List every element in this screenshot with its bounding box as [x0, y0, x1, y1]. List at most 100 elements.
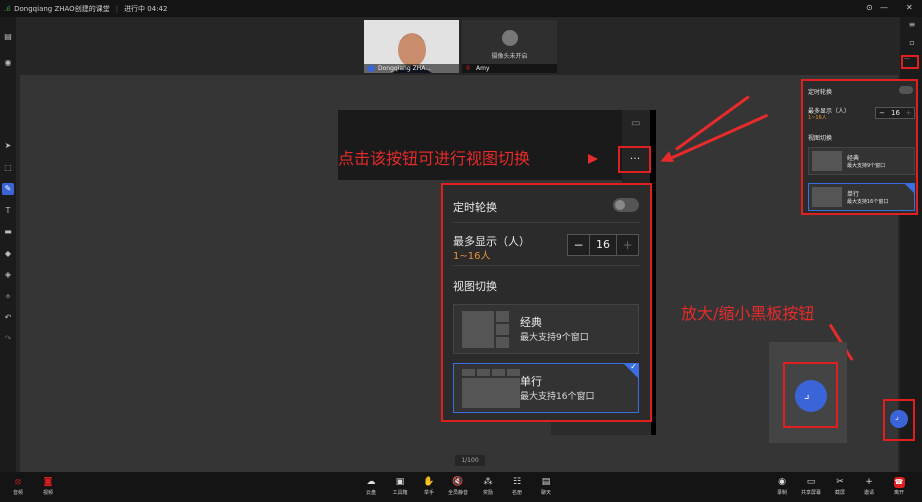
decrement-button[interactable]: − — [876, 108, 888, 118]
layout-preview — [812, 187, 842, 207]
view-switch-label: 视图切换 — [453, 280, 497, 293]
max-display-value[interactable]: 16 — [888, 108, 903, 118]
bottom-toolbar: ⦻ 音频 ◙ 视频 ☁ 云盘 ▣ 工具箱 ✋ 举手 🔇 全员静音 ⁂ 奖励 ☷ 名册 ▤ 聊天 ◉… — [0, 472, 922, 502]
video-tile-student[interactable]: 摄像头未开启 Amy ⦻ — [462, 20, 557, 73]
rotate-toggle[interactable] — [613, 198, 639, 212]
settings-icon[interactable]: ⊙ — [866, 3, 873, 12]
layout-preview — [477, 369, 490, 376]
max-display-stepper[interactable]: − 16 + — [875, 107, 915, 119]
shape-icon[interactable]: ▬ — [2, 226, 14, 238]
page-indicator: 1/100 — [455, 455, 485, 466]
button-label: 邀请 — [863, 490, 874, 496]
more-button[interactable]: ··· — [624, 150, 646, 168]
view-option-classic[interactable]: 经典 最大支持9个窗口 — [808, 147, 915, 175]
option-desc: 最大支持16个窗口 — [847, 199, 889, 205]
zoom-board-button-large[interactable]: ⌟ — [795, 380, 827, 412]
chat-icon: ▤ — [541, 477, 551, 487]
layout-preview — [462, 311, 494, 348]
layout-preview — [496, 337, 509, 348]
view-option-classic[interactable]: 经典 最大支持9个窗口 — [453, 304, 639, 354]
decrement-button[interactable]: − — [568, 235, 590, 255]
annotation-switch: 点击该按钮可进行视图切换 — [338, 149, 531, 168]
select-icon[interactable]: ➤ — [2, 140, 14, 152]
rotate-toggle[interactable] — [899, 86, 913, 94]
increment-button[interactable]: + — [903, 108, 914, 118]
resize-icon: ⌟ — [804, 387, 810, 401]
max-range: 1~16人 — [453, 251, 491, 262]
divider — [453, 265, 640, 266]
divider — [453, 222, 640, 223]
video-name: Dongqiang ZHA... — [364, 64, 459, 73]
more-button-small[interactable]: ··· — [904, 56, 910, 63]
signal-icon: .ıl — [4, 4, 11, 13]
option-desc: 最大支持9个窗口 — [847, 163, 886, 169]
camera-off-icon: ◙ — [43, 477, 53, 487]
mic-off-icon: ⦻ — [466, 64, 470, 71]
view-option-single-row[interactable]: 单行 最大支持16个窗口 — [808, 183, 915, 211]
layout-icon[interactable]: ≡ — [906, 19, 918, 31]
plus-icon: + — [865, 477, 873, 487]
whiteboard-toolbar: ▤ ◉ ➤ ⬚ ✎ T ▬ ◆ ◈ ✧ ↶ ↷ — [0, 17, 16, 472]
video-tile-teacher[interactable]: Dongqiang ZHA... — [364, 20, 459, 73]
mute-all-button[interactable]: 🔇 全员静音 — [441, 475, 475, 496]
close-icon[interactable]: ✕ — [906, 3, 913, 12]
button-label: 截屏 — [834, 490, 845, 496]
zoom-board-button[interactable]: ⌟ — [890, 410, 908, 428]
area-select-icon[interactable]: ⬚ — [2, 162, 14, 174]
option-title: 经典 — [520, 316, 542, 329]
max-range: 1~16人 — [808, 115, 827, 121]
increment-button[interactable]: + — [616, 235, 638, 255]
divider: | — [115, 4, 119, 13]
button-label: 全员静音 — [447, 490, 468, 496]
button-label: 工具箱 — [392, 490, 408, 496]
fill-icon[interactable]: ◈ — [2, 269, 14, 281]
annotation-zoom: 放大/缩小黑板按钮 — [681, 304, 815, 323]
annotation-arrow-head — [588, 154, 598, 164]
button-label: 聊天 — [540, 490, 551, 496]
button-label: 云盘 — [365, 490, 376, 496]
option-title: 经典 — [847, 155, 860, 162]
option-title: 单行 — [520, 375, 542, 388]
option-desc: 最大支持16个窗口 — [520, 392, 595, 402]
rotate-label: 定时轮换 — [453, 201, 497, 214]
screenshot-icon[interactable]: ◉ — [2, 57, 14, 69]
text-icon[interactable]: T — [2, 205, 14, 217]
undo-icon[interactable]: ↶ — [2, 312, 14, 324]
chat-bubble-icon[interactable]: ▭ — [631, 118, 640, 129]
option-title: 单行 — [847, 191, 860, 198]
leave-icon: ☎ — [893, 477, 905, 488]
button-label: 举手 — [423, 490, 434, 496]
mic-off-icon: ⦻ — [15, 477, 21, 487]
button-label: 录制 — [776, 490, 787, 496]
audio-button[interactable]: ⦻ 音频 — [1, 475, 35, 496]
leave-button[interactable]: ☎ 离开 — [882, 475, 916, 496]
view-option-single-row[interactable]: 单行 最大支持16个窗口 ✓ — [453, 362, 639, 413]
invite-button[interactable]: + 邀请 — [852, 475, 886, 496]
user-icon — [502, 30, 518, 46]
layout-preview — [462, 369, 475, 376]
window-title: Dongqiang ZHAO创建的课堂 — [14, 4, 110, 13]
user-icon — [367, 65, 375, 72]
layout-preview — [507, 369, 520, 376]
eraser-icon[interactable]: ◆ — [2, 248, 14, 260]
redo-icon[interactable]: ↷ — [2, 333, 14, 345]
chat-button[interactable]: ▤ 聊天 — [529, 475, 563, 496]
button-label: 奖励 — [482, 490, 493, 496]
view-switch-label: 视图切换 — [808, 135, 833, 142]
chat-icon[interactable]: ▤ — [2, 31, 14, 43]
pen-icon[interactable]: ✎ — [2, 183, 14, 195]
rotate-label: 定时轮换 — [808, 89, 833, 96]
selected-check — [905, 184, 914, 193]
max-display-stepper[interactable]: − 16 + — [567, 234, 639, 256]
button-label: 音频 — [12, 490, 23, 496]
max-display-value[interactable]: 16 — [590, 235, 616, 255]
window-icon[interactable]: ▫ — [906, 37, 918, 49]
layout-preview — [492, 369, 505, 376]
laser-icon[interactable]: ✧ — [2, 291, 14, 303]
layout-preview — [812, 151, 842, 171]
layout-preview — [462, 378, 520, 408]
video-button[interactable]: ◙ 视频 — [31, 475, 65, 496]
minimize-icon[interactable]: — — [880, 3, 888, 12]
button-label: 共享屏幕 — [800, 490, 821, 496]
camera-off-text: 摄像头未开启 — [491, 53, 528, 60]
